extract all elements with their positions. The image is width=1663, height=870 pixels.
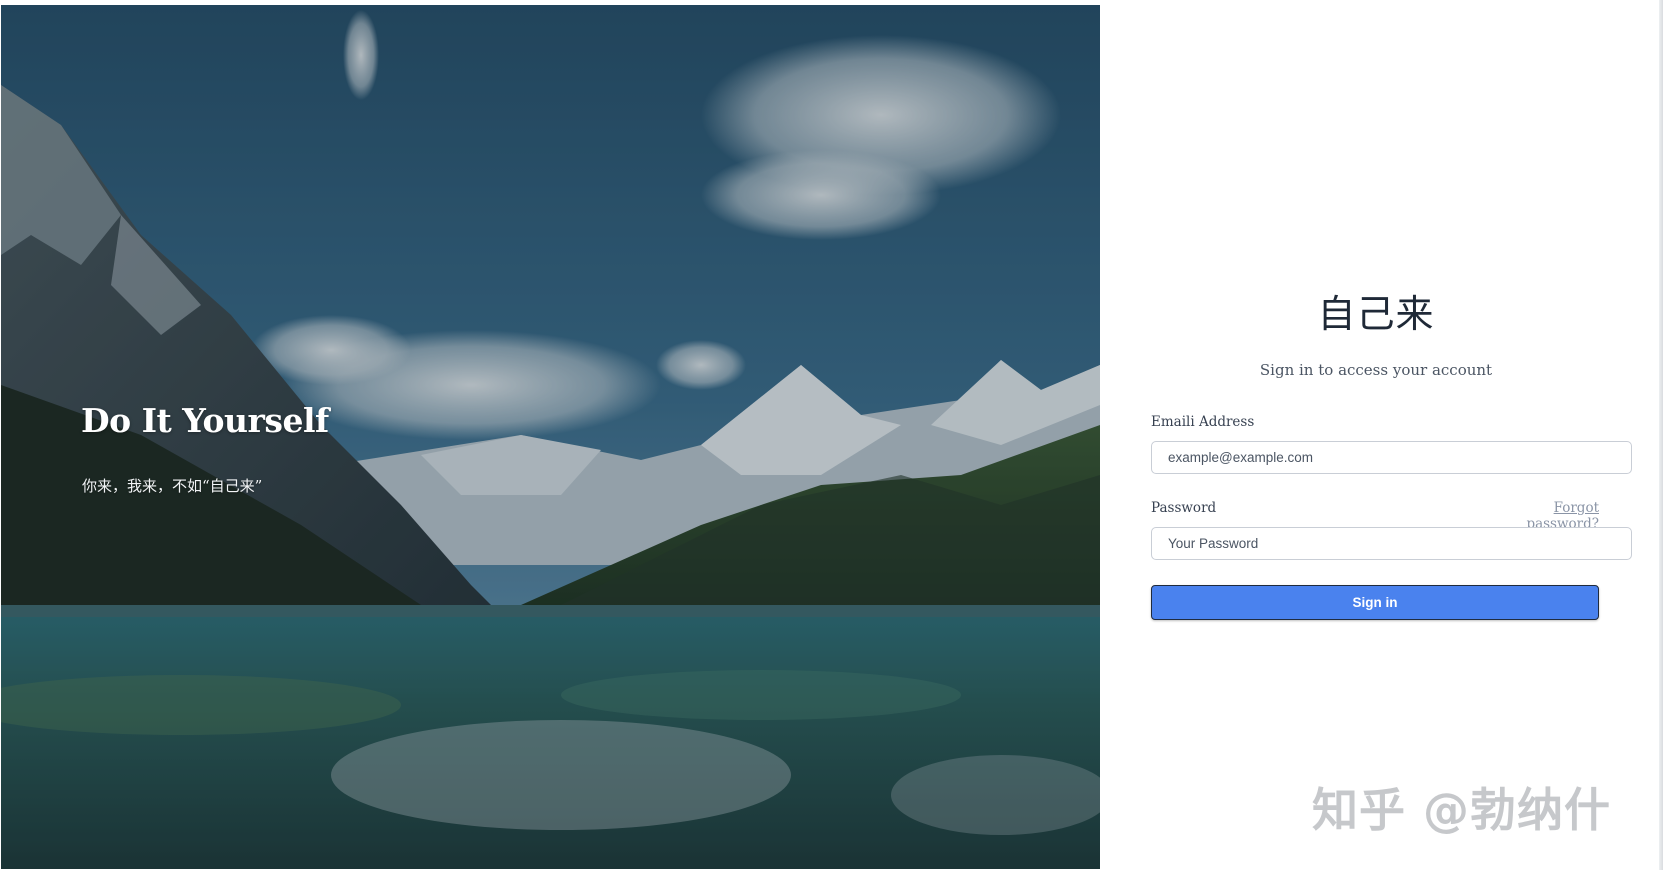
password-input[interactable] [1151, 527, 1632, 560]
hero-subtitle: 你来，我来，不如“自己来” [82, 477, 263, 495]
password-label: Password [1151, 500, 1217, 516]
hero-title: Do It Yourself [81, 401, 329, 440]
hero-panel: Do It Yourself 你来，我来，不如“自己来” [1, 5, 1100, 869]
watermark-text: 知乎 @勃纳什 [1312, 783, 1612, 837]
panel-right-edge [1659, 0, 1663, 870]
email-label: Emaili Address [1151, 414, 1255, 430]
login-page: Do It Yourself 你来，我来，不如“自己来” 自己来 Sign in… [0, 0, 1663, 870]
signin-tagline: Sign in to access your account [1259, 361, 1493, 379]
login-panel: 自己来 Sign in to access your account Email… [1100, 0, 1663, 870]
signin-button[interactable]: Sign in [1151, 585, 1599, 620]
email-input[interactable] [1151, 441, 1632, 474]
brand-title: 自己来 [1317, 292, 1435, 336]
